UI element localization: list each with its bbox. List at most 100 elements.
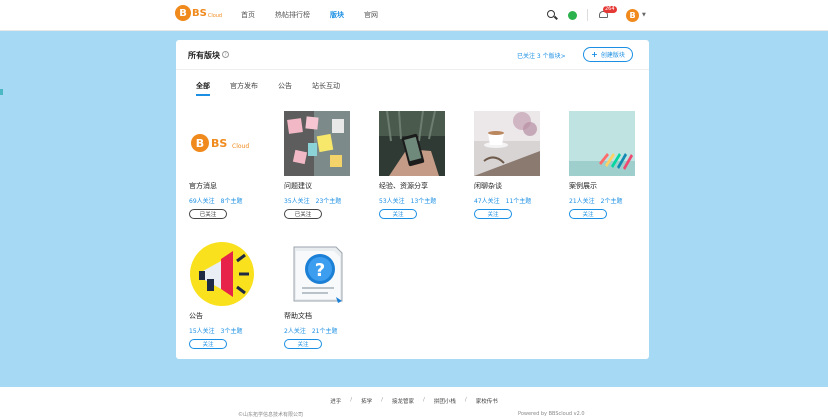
board-thumbnail[interactable]	[474, 111, 540, 176]
topic-count: 11个主题	[505, 198, 532, 205]
board-thumbnail[interactable]	[284, 111, 350, 176]
footer-link[interactable]: 进乎	[330, 397, 341, 405]
footer-separator: /	[423, 397, 425, 403]
board-thumbnail[interactable]	[189, 241, 255, 306]
footer-link[interactable]: 接龙管家	[392, 397, 414, 405]
topic-count: 8个主题	[220, 198, 243, 205]
board-name[interactable]: 官方消息	[189, 181, 255, 191]
follow-button[interactable]: 关注	[379, 209, 417, 219]
board-stats: 69人关注 8个主题	[189, 196, 255, 205]
follower-count: 47人关注	[474, 198, 500, 205]
tab-all[interactable]: 全部	[196, 81, 210, 96]
chevron-down-icon[interactable]: ▼	[642, 12, 646, 18]
footer-link[interactable]: 拓学	[361, 397, 372, 405]
board-name[interactable]: 经验、资源分享	[379, 181, 445, 191]
svg-text:BS: BS	[211, 137, 227, 150]
follower-count: 21人关注	[569, 198, 595, 205]
tab-webmaster[interactable]: 站长互动	[312, 81, 340, 96]
header-actions: 264 B ▼	[546, 6, 646, 22]
nav-home[interactable]: 首页	[241, 10, 255, 20]
nav-boards[interactable]: 版块	[330, 10, 344, 20]
board-name[interactable]: 案例展示	[569, 181, 635, 191]
topic-count: 2个主题	[600, 198, 623, 205]
svg-text:?: ?	[315, 260, 325, 281]
coffee-cup-image	[474, 111, 540, 176]
panel-header: 所有版块 ? 已关注 3 个版块> + 创建版块	[176, 40, 649, 70]
powered-by-text: Powered by BBScloud v2.0	[518, 411, 585, 417]
followed-button[interactable]: 已关注	[189, 209, 227, 219]
svg-text:Cloud: Cloud	[232, 143, 249, 150]
board-card[interactable]: B BS Cloud 官方消息 69人关注 8个主题 已关注	[189, 111, 255, 219]
footer-link[interactable]: 拼团小栈	[434, 397, 456, 405]
phone-in-hand-image	[379, 111, 445, 176]
board-card[interactable]: 公告 15人关注 3个主题 关注	[189, 241, 255, 349]
online-status-icon[interactable]	[568, 10, 577, 20]
board-stats: 47人关注 11个主题	[474, 196, 540, 205]
help-icon[interactable]: ?	[222, 51, 229, 58]
footer-links: 进乎 / 拓学 / 接龙管家 / 拼团小栈 / 家校传书	[0, 397, 828, 405]
board-stats: 35人关注 23个主题	[284, 196, 350, 205]
follower-count: 35人关注	[284, 198, 310, 205]
footer-separator: /	[381, 397, 383, 403]
page-title: 所有版块	[188, 51, 220, 60]
follow-button[interactable]: 关注	[569, 209, 607, 219]
board-card[interactable]: ? 帮助文档 2人关注 21个主题 关注	[284, 241, 350, 349]
boards-panel: 所有版块 ? 已关注 3 个版块> + 创建版块 全部 官方发布 公告 站长互动…	[176, 40, 649, 359]
follower-count: 2人关注	[284, 328, 306, 335]
logo-mark: B	[175, 5, 191, 21]
board-stats: 21人关注 2个主题	[569, 196, 635, 205]
topic-count: 21个主题	[311, 328, 338, 335]
board-card[interactable]: 案例展示 21人关注 2个主题 关注	[569, 111, 635, 219]
board-card[interactable]: 经验、资源分享 53人关注 13个主题 关注	[379, 111, 445, 219]
followed-button[interactable]: 已关注	[284, 209, 322, 219]
notification-bell-icon[interactable]: 264	[598, 6, 617, 22]
follow-button[interactable]: 关注	[189, 339, 227, 349]
footer-link[interactable]: 家校传书	[476, 397, 498, 405]
board-card[interactable]: 问题建议 35人关注 23个主题 已关注	[284, 111, 350, 219]
side-drawer-handle[interactable]	[0, 89, 3, 95]
board-name[interactable]: 帮助文档	[284, 311, 350, 321]
notification-badge: 264	[603, 6, 617, 13]
board-thumbnail[interactable]	[569, 111, 635, 176]
plus-icon: +	[591, 50, 598, 59]
followed-boards-link[interactable]: 已关注 3 个版块>	[517, 51, 566, 60]
bbscloud-logo-image: B BS Cloud	[189, 111, 255, 176]
top-navigation-bar: B BS Cloud 首页 热帖排行榜 版块 官网 264 B ▼	[0, 0, 828, 31]
create-board-label: 创建版块	[600, 52, 625, 59]
topic-count: 13个主题	[410, 198, 437, 205]
follow-button[interactable]: 关注	[284, 339, 322, 349]
nav-official-site[interactable]: 官网	[364, 10, 378, 20]
board-stats: 15人关注 3个主题	[189, 326, 255, 335]
logo-subtext: Cloud	[207, 12, 223, 19]
bbscloud-logo[interactable]: B BS Cloud	[175, 5, 222, 21]
board-thumbnail[interactable]	[379, 111, 445, 176]
board-stats: 2人关注 21个主题	[284, 326, 350, 335]
svg-text:B: B	[196, 137, 204, 150]
follower-count: 69人关注	[189, 198, 215, 205]
header-divider	[587, 9, 588, 21]
page-footer: 进乎 / 拓学 / 接龙管家 / 拼团小栈 / 家校传书 ©山东拓学信息技术有限…	[0, 387, 828, 418]
category-tabs: 全部 官方发布 公告 站长互动	[196, 81, 360, 96]
help-document-image: ?	[284, 241, 350, 306]
search-icon[interactable]	[546, 9, 558, 21]
create-board-button[interactable]: + 创建版块	[583, 47, 633, 62]
follow-button[interactable]: 关注	[474, 209, 512, 219]
nav-hot-ranking[interactable]: 热帖排行榜	[275, 10, 310, 20]
board-thumbnail[interactable]: ?	[284, 241, 350, 306]
board-card[interactable]: 闲聊杂谈 47人关注 11个主题 关注	[474, 111, 540, 219]
tab-announcement[interactable]: 公告	[278, 81, 292, 96]
footer-separator: /	[464, 397, 467, 403]
colorful-pencils-image	[569, 111, 635, 176]
topic-count: 23个主题	[315, 198, 342, 205]
sticky-notes-image	[284, 111, 350, 176]
board-name[interactable]: 问题建议	[284, 181, 350, 191]
logo-text: BS	[192, 7, 207, 19]
board-thumbnail[interactable]: B BS Cloud	[189, 111, 255, 176]
topic-count: 3个主题	[220, 328, 243, 335]
copyright-text: ©山东拓学信息技术有限公司	[238, 412, 304, 418]
user-avatar[interactable]: B	[626, 8, 639, 22]
board-name[interactable]: 闲聊杂谈	[474, 181, 540, 191]
tab-official[interactable]: 官方发布	[230, 81, 258, 96]
board-name[interactable]: 公告	[189, 311, 255, 321]
megaphone-image	[189, 241, 255, 306]
